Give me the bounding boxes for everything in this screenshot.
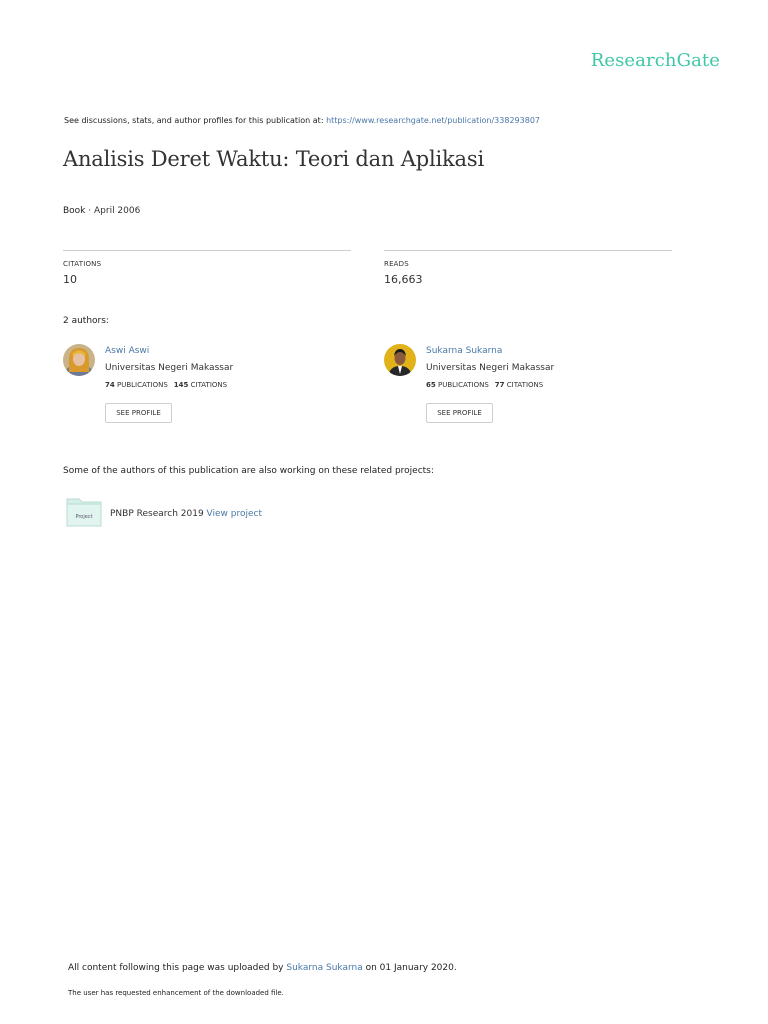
project-icon-label: Project [75, 514, 92, 520]
upload-notice: All content following this page was uplo… [68, 963, 457, 973]
reads-label: READS [384, 260, 409, 268]
uploader-link[interactable]: Sukarna Sukarna [286, 963, 362, 973]
author-publications-count: 74 [105, 381, 115, 389]
citations-label: CITATIONS [63, 260, 102, 268]
author-avatar[interactable] [63, 344, 95, 376]
see-profile-button[interactable]: SEE PROFILE [426, 403, 493, 423]
publication-meta: Book · April 2006 [63, 206, 140, 216]
publications-label: PUBLICATIONS [116, 381, 168, 389]
author-citations-count: 145 [173, 381, 189, 389]
see-profile-button[interactable]: SEE PROFILE [105, 403, 172, 423]
authors-heading: 2 authors: [63, 316, 109, 326]
author-stats: 65 PUBLICATIONS 77 CITATIONS [426, 381, 543, 389]
project-name: PNBP Research 2019 [110, 509, 207, 519]
author-name-link[interactable]: Sukarna Sukarna [426, 346, 502, 356]
author-card: Sukarna Sukarna Universitas Negeri Makas… [384, 344, 664, 434]
publication-type: Book [63, 206, 86, 216]
view-project-link[interactable]: View project [207, 509, 262, 519]
project-folder-icon: Project [66, 495, 102, 527]
author-institution: Universitas Negeri Makassar [426, 363, 555, 373]
publication-title: Analisis Deret Waktu: Teori dan Aplikasi [63, 147, 484, 171]
author-citations-count: 77 [494, 381, 505, 389]
upload-prefix: All content following this page was uplo… [68, 963, 287, 973]
citations-label: CITATIONS [506, 381, 544, 389]
meta-separator: · [85, 206, 94, 216]
discussion-prefix: See discussions, stats, and author profi… [64, 116, 327, 125]
citations-value: 10 [63, 273, 77, 286]
project-entry: PNBP Research 2019 View project [110, 509, 262, 519]
citations-stat: CITATIONS 10 [63, 250, 351, 286]
author-stats: 74 PUBLICATIONS 145 CITATIONS [105, 381, 227, 389]
publication-date: April 2006 [94, 206, 141, 216]
author-card: Aswi Aswi Universitas Negeri Makassar 74… [63, 344, 343, 434]
related-projects-heading: Some of the authors of this publication … [63, 466, 434, 476]
reads-stat: READS 16,663 [384, 250, 672, 286]
author-institution: Universitas Negeri Makassar [105, 363, 234, 373]
publication-url-link[interactable]: https://www.researchgate.net/publication… [326, 116, 540, 125]
upload-suffix: on 01 January 2020. [362, 963, 457, 973]
author-avatar[interactable] [384, 344, 416, 376]
citations-label: CITATIONS [190, 381, 228, 389]
author-name-link[interactable]: Aswi Aswi [105, 346, 149, 356]
enhancement-notice: The user has requested enhancement of th… [68, 989, 284, 997]
publications-label: PUBLICATIONS [437, 381, 489, 389]
researchgate-logo[interactable]: ResearchGate [591, 50, 720, 71]
discussion-line: See discussions, stats, and author profi… [64, 116, 540, 125]
reads-value: 16,663 [384, 273, 423, 286]
author-publications-count: 65 [426, 381, 436, 389]
